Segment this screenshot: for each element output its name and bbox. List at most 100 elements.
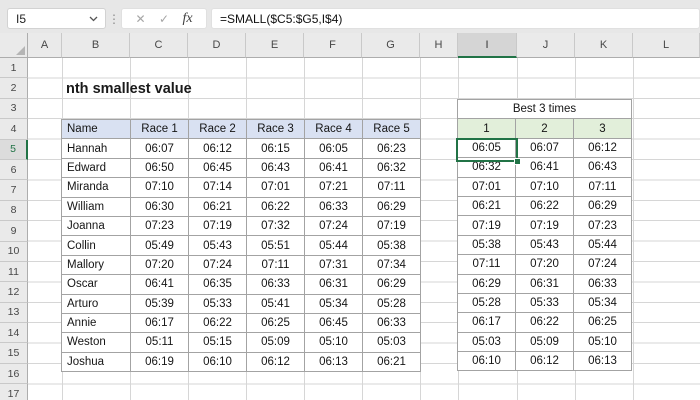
column-header-C[interactable]: C (130, 33, 188, 58)
best1-time-cell[interactable]: 07:19 (457, 215, 516, 236)
name-cell[interactable]: Weston (61, 332, 131, 353)
best3-time-cell[interactable]: 06:33 (573, 273, 632, 294)
header-cell-race3[interactable]: Race 3 (246, 118, 305, 140)
best-header-1[interactable]: 1 (457, 118, 516, 139)
race4-time-cell[interactable]: 06:33 (304, 196, 363, 217)
best1-time-cell[interactable]: 05:28 (457, 292, 516, 314)
race5-time-cell[interactable]: 05:38 (362, 235, 421, 256)
best3-time-cell[interactable]: 07:11 (573, 176, 632, 197)
row-header-7[interactable]: 7 (0, 180, 28, 201)
race3-time-cell[interactable]: 05:51 (246, 235, 305, 256)
column-header-D[interactable]: D (188, 33, 246, 58)
name-cell[interactable]: Collin (61, 235, 131, 256)
best2-time-cell[interactable]: 05:09 (515, 331, 574, 353)
row-header-1[interactable]: 1 (0, 58, 28, 79)
race3-time-cell[interactable]: 07:32 (246, 215, 305, 237)
race2-time-cell[interactable]: 05:43 (188, 235, 247, 256)
race4-time-cell[interactable]: 07:31 (304, 254, 363, 276)
best1-time-cell[interactable]: 06:32 (457, 157, 516, 178)
name-cell[interactable]: William (61, 196, 131, 217)
best1-time-cell[interactable]: 06:29 (457, 273, 516, 294)
best1-time-cell[interactable]: 05:03 (457, 331, 516, 353)
header-cell-race1[interactable]: Race 1 (130, 118, 189, 140)
name-cell[interactable]: Edward (61, 157, 131, 179)
best-header-3[interactable]: 3 (573, 118, 632, 139)
race2-time-cell[interactable]: 06:21 (188, 196, 247, 217)
best2-time-cell[interactable]: 06:22 (515, 312, 574, 333)
column-header-K[interactable]: K (575, 33, 633, 58)
row-header-5-selected[interactable]: 5 (0, 139, 28, 160)
best3-time-cell[interactable]: 05:10 (573, 331, 632, 353)
name-cell[interactable]: Oscar (61, 274, 131, 295)
race2-time-cell[interactable]: 06:35 (188, 274, 247, 295)
race4-time-cell[interactable]: 05:10 (304, 332, 363, 353)
header-cell-race5[interactable]: Race 5 (362, 118, 421, 140)
name-box[interactable]: I5 (7, 8, 106, 29)
race3-time-cell[interactable]: 06:43 (246, 157, 305, 179)
cancel-icon[interactable]: ✕ (135, 13, 145, 25)
race5-time-cell[interactable]: 07:34 (362, 254, 421, 276)
race4-time-cell[interactable]: 06:41 (304, 157, 363, 179)
race1-time-cell[interactable]: 06:17 (130, 312, 189, 334)
best3-time-cell[interactable]: 06:29 (573, 195, 632, 217)
name-box-dropdown-icon[interactable] (89, 16, 98, 22)
best3-time-cell[interactable]: 06:12 (573, 137, 632, 159)
insert-function-icon[interactable]: fx (182, 11, 192, 27)
best2-time-cell[interactable]: 06:12 (515, 351, 574, 372)
row-header-4[interactable]: 4 (0, 119, 28, 140)
race4-time-cell[interactable]: 07:24 (304, 215, 363, 237)
race1-time-cell[interactable]: 06:30 (130, 196, 189, 217)
race2-time-cell[interactable]: 07:24 (188, 254, 247, 276)
row-header-15[interactable]: 15 (0, 343, 28, 364)
race4-time-cell[interactable]: 07:21 (304, 177, 363, 198)
header-cell-name[interactable]: Name (61, 118, 131, 140)
race1-time-cell[interactable]: 06:07 (130, 138, 189, 159)
row-header-9[interactable]: 9 (0, 221, 28, 242)
race4-time-cell[interactable]: 06:31 (304, 274, 363, 295)
race3-time-cell[interactable]: 06:25 (246, 312, 305, 334)
best3-time-cell[interactable]: 06:25 (573, 312, 632, 333)
name-cell[interactable]: Mallory (61, 254, 131, 276)
best1-time-cell[interactable]: 07:11 (457, 254, 516, 275)
best3-time-cell[interactable]: 06:43 (573, 157, 632, 178)
race1-time-cell[interactable]: 05:49 (130, 235, 189, 256)
best-times-title-cell[interactable]: Best 3 times (457, 98, 632, 120)
row-header-16[interactable]: 16 (0, 363, 28, 385)
race2-time-cell[interactable]: 07:14 (188, 177, 247, 198)
race2-time-cell[interactable]: 05:15 (188, 332, 247, 353)
race1-time-cell[interactable]: 07:10 (130, 177, 189, 198)
best2-time-cell[interactable]: 05:33 (515, 292, 574, 314)
row-header-8[interactable]: 8 (0, 200, 28, 222)
race4-time-cell[interactable]: 05:44 (304, 235, 363, 256)
row-header-11[interactable]: 11 (0, 261, 28, 283)
best1-time-cell[interactable]: 06:17 (457, 312, 516, 333)
row-header-17[interactable]: 17 (0, 384, 28, 400)
row-header-2[interactable]: 2 (0, 78, 28, 99)
best2-time-cell[interactable]: 07:10 (515, 176, 574, 197)
row-header-3[interactable]: 3 (0, 98, 28, 120)
race5-time-cell[interactable]: 05:28 (362, 293, 421, 314)
best2-time-cell[interactable]: 07:20 (515, 254, 574, 275)
column-header-B[interactable]: B (62, 33, 130, 58)
race1-time-cell[interactable]: 06:19 (130, 351, 189, 373)
column-header-A[interactable]: A (28, 33, 62, 58)
best3-time-cell[interactable]: 07:23 (573, 215, 632, 236)
name-cell[interactable]: Miranda (61, 177, 131, 198)
race3-time-cell[interactable]: 06:33 (246, 274, 305, 295)
best1-time-cell[interactable]: 05:38 (457, 234, 516, 256)
race2-time-cell[interactable]: 06:45 (188, 157, 247, 179)
race2-time-cell[interactable]: 06:10 (188, 351, 247, 373)
race4-time-cell[interactable]: 05:34 (304, 293, 363, 314)
column-header-L[interactable]: L (633, 33, 700, 58)
column-header-I-selected[interactable]: I (458, 33, 517, 58)
best3-time-cell[interactable]: 07:24 (573, 254, 632, 275)
best1-time-cell[interactable]: 06:05 (457, 137, 516, 159)
race3-time-cell[interactable]: 05:09 (246, 332, 305, 353)
race4-time-cell[interactable]: 06:45 (304, 312, 363, 334)
name-cell[interactable]: Annie (61, 312, 131, 334)
best2-time-cell[interactable]: 06:31 (515, 273, 574, 294)
column-header-F[interactable]: F (304, 33, 362, 58)
name-cell[interactable]: Joanna (61, 215, 131, 237)
race5-time-cell[interactable]: 06:29 (362, 274, 421, 295)
best1-time-cell[interactable]: 06:21 (457, 195, 516, 217)
